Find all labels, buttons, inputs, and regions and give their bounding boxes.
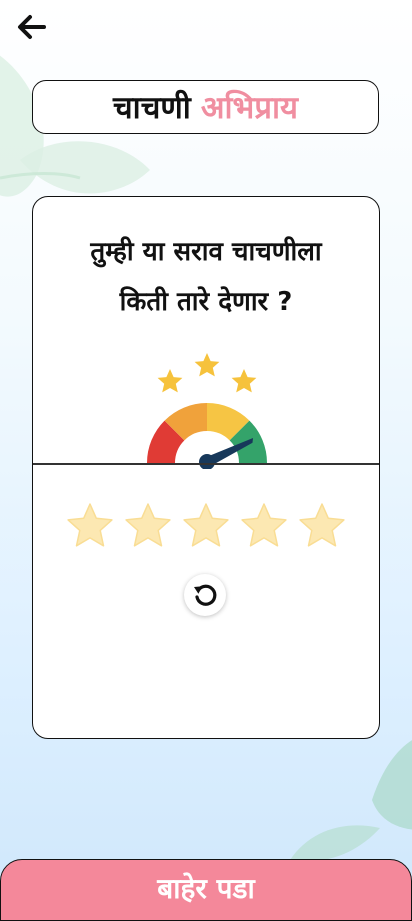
feedback-card: तुम्ही या सराव चाचणीला किती तारे देणार ? <box>32 196 380 739</box>
exit-button[interactable]: बाहेर पडा <box>0 859 412 921</box>
reset-button[interactable] <box>184 574 226 616</box>
reset-icon <box>194 584 217 606</box>
star-4-icon[interactable] <box>241 503 287 549</box>
arrow-left-icon <box>18 15 46 39</box>
star-1-icon[interactable] <box>67 503 113 549</box>
gauge-star-center <box>194 353 220 377</box>
gauge-star-left <box>157 369 183 393</box>
rating-question: तुम्ही या सराव चाचणीला किती तारे देणार ? <box>90 237 322 317</box>
back-button[interactable] <box>12 10 52 44</box>
star-3-icon[interactable] <box>183 503 229 549</box>
star-rating-row <box>67 503 345 549</box>
title-text-highlight: अभिप्राय <box>200 90 298 126</box>
star-2-icon[interactable] <box>125 503 171 549</box>
rating-gauge-icon <box>147 353 267 469</box>
star-5-icon[interactable] <box>299 503 345 549</box>
page-title: चाचणी अभिप्राय <box>32 80 379 134</box>
title-text-main: चाचणी <box>113 90 191 126</box>
gauge-star-right <box>231 369 257 393</box>
card-divider <box>33 463 379 465</box>
